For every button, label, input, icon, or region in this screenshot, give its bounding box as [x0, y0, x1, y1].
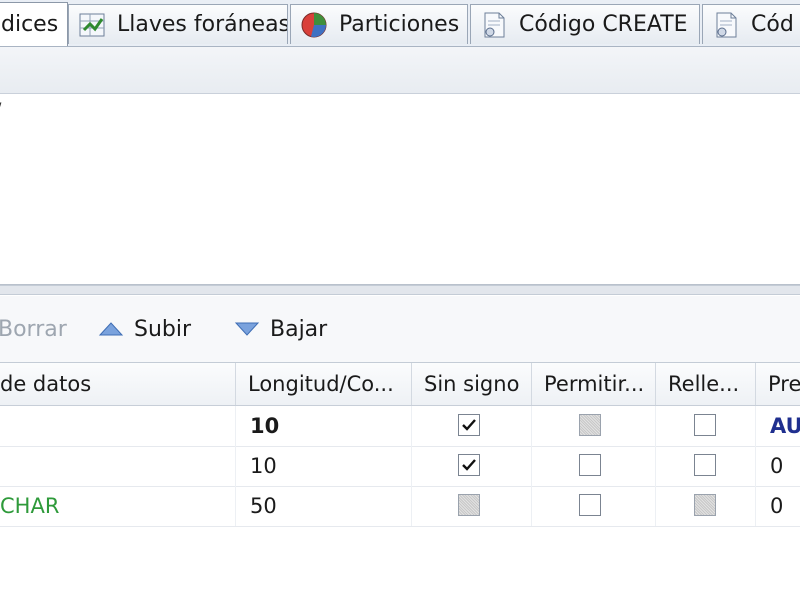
column-header-allow-null[interactable]: Permitir... [532, 363, 656, 405]
tab-label: Código CREATE [519, 12, 688, 37]
unsigned-cell [412, 406, 532, 446]
column-header-datatype[interactable]: de datos [0, 363, 236, 405]
tab-code-2[interactable]: Cód [702, 4, 800, 44]
table-row[interactable]: 10 AU [0, 406, 800, 447]
default-cell[interactable]: AU [756, 406, 800, 446]
tab-strip: dices Llaves foráneas Particiones Código… [0, 0, 800, 47]
move-down-button[interactable]: Bajar [234, 314, 327, 344]
sql-document-icon [484, 12, 505, 37]
unsigned-checkbox[interactable] [458, 454, 480, 476]
column-header-zerofill[interactable]: Relle... [656, 363, 756, 405]
tab-foreign-keys[interactable]: Llaves foráneas [68, 4, 288, 44]
triangle-up-icon [98, 322, 124, 336]
tab-label: dices [1, 12, 59, 37]
move-up-button[interactable]: Subir [98, 314, 191, 344]
triangle-down-icon [234, 322, 260, 336]
zerofill-cell [656, 446, 756, 486]
tab-label: Particiones [339, 12, 460, 37]
length-cell[interactable]: 50 [236, 486, 412, 526]
datatype-cell[interactable]: CHAR [0, 486, 236, 526]
delete-label: Borrar [0, 316, 67, 342]
unsigned-checkbox[interactable] [458, 414, 480, 436]
allow-null-checkbox[interactable] [579, 454, 601, 476]
zerofill-checkbox[interactable] [694, 414, 716, 436]
check-icon [462, 419, 476, 431]
allow-null-cell [532, 446, 656, 486]
length-cell[interactable]: 10 [236, 406, 412, 446]
sql-document-icon [716, 12, 737, 37]
zerofill-cell [656, 406, 756, 446]
foreign-key-icon [79, 13, 105, 36]
table-row[interactable]: CHAR 50 0 [0, 486, 800, 527]
length-cell[interactable]: 10 [236, 446, 412, 486]
tab-label: Cód [751, 12, 794, 37]
unsigned-checkbox[interactable] [458, 494, 480, 516]
move-up-label: Subir [134, 316, 192, 342]
panel-header [0, 47, 800, 94]
tab-label: Llaves foráneas [117, 12, 288, 37]
move-down-label: Bajar [270, 316, 328, 342]
allow-null-cell [532, 486, 656, 526]
check-icon [462, 459, 476, 471]
allow-null-checkbox[interactable] [579, 494, 601, 516]
comment-text: / [0, 100, 1, 125]
pie-chart-icon [301, 12, 327, 37]
zerofill-cell [656, 486, 756, 526]
column-header-default[interactable]: Pre [756, 363, 800, 405]
zerofill-checkbox[interactable] [694, 454, 716, 476]
tab-indexes[interactable]: dices [0, 2, 68, 46]
datatype-cell[interactable] [0, 406, 236, 446]
column-header-unsigned[interactable]: Sin signo [412, 363, 532, 405]
comment-textarea[interactable]: / [0, 94, 800, 285]
default-cell[interactable]: 0 [756, 446, 800, 486]
zerofill-checkbox[interactable] [694, 494, 716, 516]
unsigned-cell [412, 446, 532, 486]
allow-null-cell [532, 406, 656, 446]
table-row[interactable]: 10 0 [0, 446, 800, 487]
panel-splitter[interactable] [0, 285, 800, 295]
tab-create-code[interactable]: Código CREATE [470, 4, 700, 44]
tab-partitions[interactable]: Particiones [290, 4, 468, 44]
datatype-cell[interactable] [0, 446, 236, 486]
unsigned-cell [412, 486, 532, 526]
delete-button[interactable]: Borrar [0, 314, 67, 344]
column-header-length[interactable]: Longitud/Co... [236, 363, 412, 405]
columns-grid-header: de datos Longitud/Co... Sin signo Permit… [0, 363, 800, 406]
allow-null-checkbox[interactable] [579, 414, 601, 436]
columns-toolbar: Borrar Subir Bajar [0, 296, 800, 363]
default-cell[interactable]: 0 [756, 486, 800, 526]
